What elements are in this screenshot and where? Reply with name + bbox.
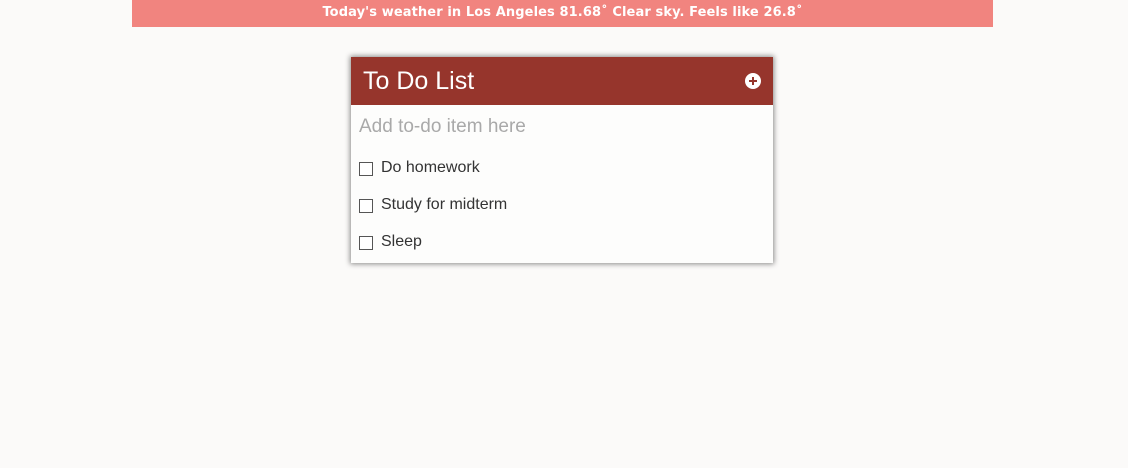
todo-item-label: Study for midterm <box>381 196 508 213</box>
todo-title: To Do List <box>363 67 475 95</box>
add-item-plus-circle-icon[interactable] <box>745 73 761 89</box>
todo-item-label: Sleep <box>381 233 422 250</box>
weather-banner: Today's weather in Los Angeles 81.68˚ Cl… <box>132 0 993 27</box>
list-item: Study for midterm <box>351 187 773 224</box>
todo-item-label: Do homework <box>381 159 480 176</box>
todo-card: To Do List Do homework Study for midterm… <box>351 57 773 263</box>
weather-text: Today's weather in Los Angeles 81.68˚ Cl… <box>322 5 803 20</box>
list-item: Sleep <box>351 224 773 261</box>
todo-checkbox[interactable] <box>359 236 373 250</box>
todo-header: To Do List <box>351 57 773 105</box>
todo-input[interactable] <box>351 105 773 149</box>
todo-list: Do homework Study for midterm Sleep <box>351 150 773 261</box>
todo-checkbox[interactable] <box>359 162 373 176</box>
todo-checkbox[interactable] <box>359 199 373 213</box>
list-item: Do homework <box>351 150 773 187</box>
